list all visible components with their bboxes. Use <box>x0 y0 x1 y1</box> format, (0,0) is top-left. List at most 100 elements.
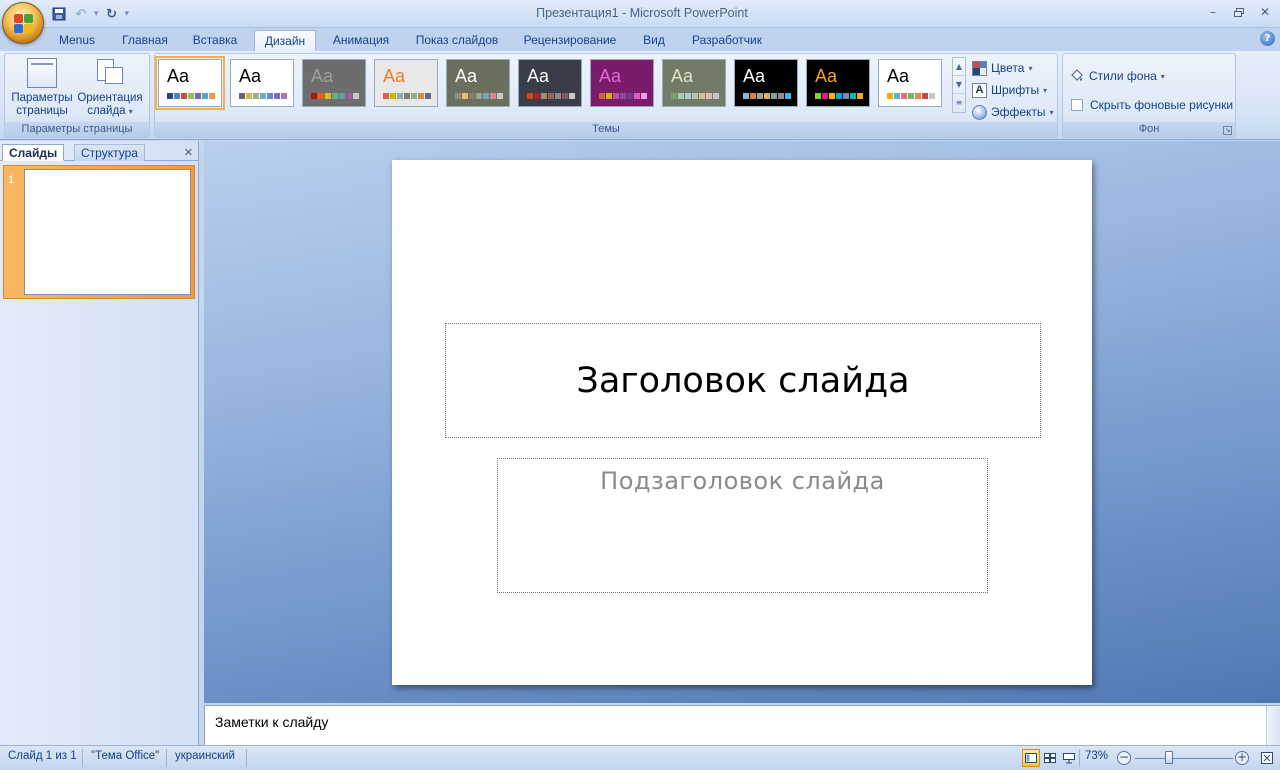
zoom-level[interactable]: 73% <box>1085 750 1108 762</box>
normal-view-icon[interactable] <box>1022 749 1040 767</box>
chevron-down-icon: ▾ <box>1043 85 1048 95</box>
theme-metro[interactable]: Aa <box>806 59 870 107</box>
page-setup-label-2: страницы <box>16 105 68 117</box>
page-setup-icon <box>27 58 57 88</box>
background-styles-button[interactable]: Стили фона ▾ <box>1069 65 1165 87</box>
page-setup-group: Параметры страницы Ориентация слайда ▾ П… <box>4 53 150 138</box>
colors-button[interactable]: Цвета ▾ <box>972 57 1054 79</box>
tab-design[interactable]: Дизайн <box>254 30 316 52</box>
status-divider <box>82 749 83 767</box>
fit-to-window-icon[interactable] <box>1258 749 1276 767</box>
gallery-down-icon[interactable]: ▼ <box>953 76 965 94</box>
effects-button[interactable]: Эффекты ▾ <box>972 101 1054 123</box>
office-button[interactable] <box>2 2 44 44</box>
theme-swatches <box>239 93 287 99</box>
theme-sample-text: Aa <box>527 66 550 86</box>
fonts-button[interactable]: A Шрифты ▾ <box>972 79 1054 101</box>
orientation-label-1: Ориентация <box>77 92 143 104</box>
fonts-label: Шрифты <box>991 83 1040 97</box>
tab-outline[interactable]: Структура <box>74 144 145 161</box>
tab-home[interactable]: Главная <box>114 30 176 52</box>
slides-pane: Слайды Структура ✕ 1 <box>0 141 199 745</box>
slide-sorter-view-icon[interactable] <box>1041 749 1059 767</box>
theme-aspect[interactable]: Aa <box>302 59 366 107</box>
theme-swatches <box>887 93 935 99</box>
theme-sample-text: Aa <box>239 66 262 86</box>
chevron-down-icon: ▾ <box>1049 107 1054 117</box>
theme-equity[interactable]: Aa <box>518 59 582 107</box>
theme-sample-text: Aa <box>311 66 334 86</box>
paint-bucket-icon <box>1071 69 1083 81</box>
tab-developer[interactable]: Разработчик <box>684 30 770 52</box>
theme-name[interactable]: "Тема Office" <box>91 750 159 762</box>
tab-animation[interactable]: Анимация <box>326 30 396 52</box>
theme-sample-text: Aa <box>743 66 766 86</box>
subtitle-placeholder[interactable]: Подзаголовок слайда <box>497 458 988 593</box>
theme-swatches <box>383 93 431 99</box>
slide-editing-area: Заголовок слайда Подзаголовок слайда <box>204 141 1280 703</box>
slideshow-view-icon[interactable] <box>1060 749 1078 767</box>
theme-swatches <box>815 93 863 99</box>
theme-module[interactable]: Aa <box>878 59 942 107</box>
theme-civic[interactable]: Aa <box>374 59 438 107</box>
colors-label: Цвета <box>991 61 1025 75</box>
page-setup-group-label: Параметры страницы <box>5 122 149 137</box>
effects-label: Эффекты <box>991 105 1046 119</box>
status-bar: Слайд 1 из 1 "Тема Office" украинский 73… <box>0 745 1280 770</box>
zoom-out-icon[interactable]: − <box>1117 751 1131 765</box>
window-title: Презентация1 - Microsoft PowerPoint <box>536 6 748 20</box>
tab-view[interactable]: Вид <box>636 30 672 52</box>
title-placeholder[interactable]: Заголовок слайда <box>445 323 1041 438</box>
tab-menus[interactable]: Menus <box>52 30 102 52</box>
background-styles-label: Стили фона <box>1089 69 1157 83</box>
effects-icon <box>972 104 987 120</box>
theme-apex[interactable]: Aa <box>230 59 294 107</box>
hide-background-graphics[interactable]: Скрыть фоновые рисунки <box>1071 94 1233 116</box>
zoom-slider-track[interactable] <box>1135 758 1233 759</box>
notes-placeholder[interactable]: Заметки к слайду <box>215 714 328 730</box>
dialog-launcher-icon[interactable]: ↘ <box>1223 126 1232 135</box>
minimize-icon[interactable]: – <box>1204 4 1222 20</box>
hide-background-checkbox[interactable] <box>1071 99 1083 111</box>
page-setup-button[interactable]: Параметры страницы <box>9 58 75 118</box>
slide-thumbnail[interactable] <box>24 169 191 295</box>
notes-pane[interactable]: Заметки к слайду <box>204 705 1280 746</box>
tab-slideshow[interactable]: Показ слайдов <box>410 30 504 52</box>
tab-review[interactable]: Рецензирование <box>518 30 622 52</box>
theme-foundry[interactable]: Aa <box>662 59 726 107</box>
slide-number: 1 <box>8 174 15 186</box>
theme-sample-text: Aa <box>383 66 406 86</box>
window-controls: – ✕ <box>1204 4 1274 20</box>
theme-office[interactable]: Aa <box>155 56 225 110</box>
chevron-down-icon: ▾ <box>128 107 133 116</box>
theme-swatches <box>743 93 791 99</box>
restore-icon[interactable] <box>1230 4 1248 20</box>
ribbon: Параметры страницы Ориентация слайда ▾ П… <box>0 51 1280 140</box>
status-divider <box>166 749 167 767</box>
theme-median[interactable]: Aa <box>734 59 798 107</box>
status-divider <box>1079 749 1080 767</box>
help-icon[interactable]: ? <box>1260 31 1275 46</box>
theme-flow[interactable]: Aa <box>590 59 654 107</box>
close-icon[interactable]: ✕ <box>184 146 193 159</box>
notes-scrollbar[interactable] <box>1266 706 1280 746</box>
zoom-in-icon[interactable]: + <box>1235 751 1249 765</box>
slide-thumbnail-selected[interactable]: 1 <box>3 165 195 299</box>
theme-side-commands: Цвета ▾ A Шрифты ▾ Эффекты ▾ <box>972 57 1054 123</box>
slide-counter: Слайд 1 из 1 <box>8 750 77 762</box>
zoom-slider-thumb[interactable] <box>1165 751 1173 764</box>
language-indicator[interactable]: украинский <box>175 750 235 762</box>
theme-concourse[interactable]: Aa <box>446 59 510 107</box>
tab-slides[interactable]: Слайды <box>2 144 65 161</box>
orientation-label-2: слайда <box>87 105 126 117</box>
gallery-more-icon[interactable]: ≡ <box>953 94 965 112</box>
slide-canvas[interactable]: Заголовок слайда Подзаголовок слайда <box>392 160 1092 685</box>
office-logo-icon <box>14 14 34 34</box>
close-icon[interactable]: ✕ <box>1256 4 1274 20</box>
gallery-scrollbar[interactable]: ▲ ▼ ≡ <box>952 57 966 113</box>
background-group-label: Фон <box>1063 122 1235 137</box>
tab-insert[interactable]: Вставка <box>186 30 244 52</box>
gallery-up-icon[interactable]: ▲ <box>953 58 965 76</box>
slide-orientation-button[interactable]: Ориентация слайда ▾ <box>75 58 145 118</box>
background-group: Стили фона ▾ Скрыть фоновые рисунки Фон ↘ <box>1062 53 1236 138</box>
